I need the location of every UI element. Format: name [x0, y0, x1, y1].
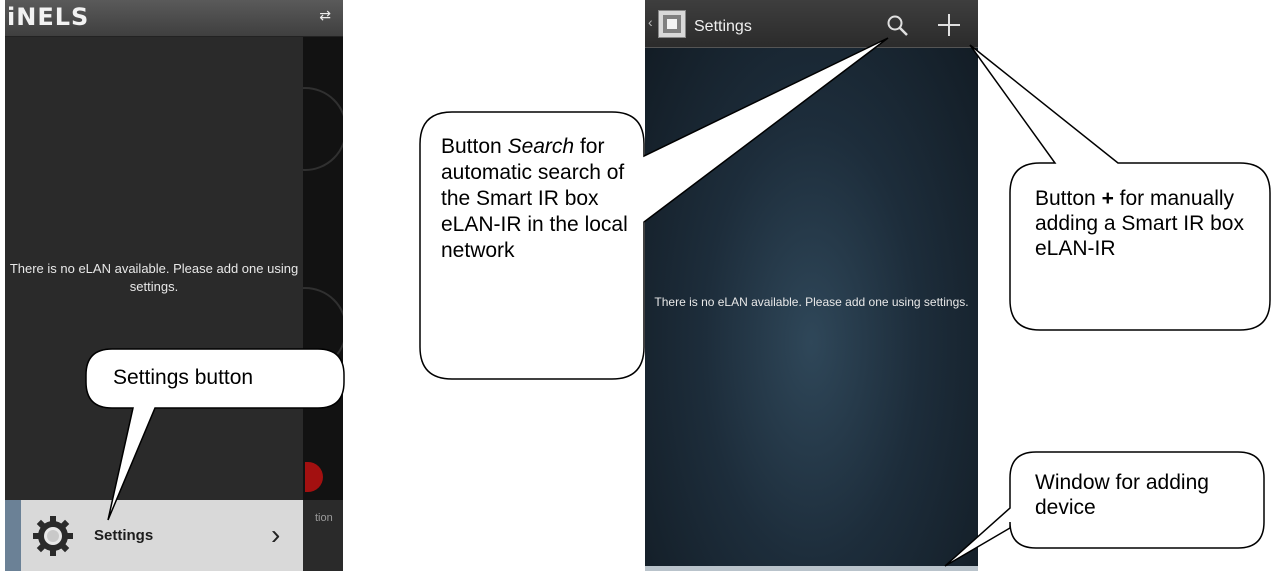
settings-callout-text: Settings button	[113, 366, 254, 389]
plus-callout-bold: +	[1101, 187, 1114, 210]
search-callout-italic: Search	[507, 135, 575, 158]
window-callout-text: Window for adding device	[1035, 471, 1209, 519]
plus-callout-prefix: Button	[1035, 187, 1102, 210]
search-callout-text: Button Search for automatic search of th…	[441, 134, 631, 264]
plus-callout-text: Button + for manually adding a Smart IR …	[1035, 186, 1245, 261]
search-callout-prefix: Button	[441, 135, 508, 158]
